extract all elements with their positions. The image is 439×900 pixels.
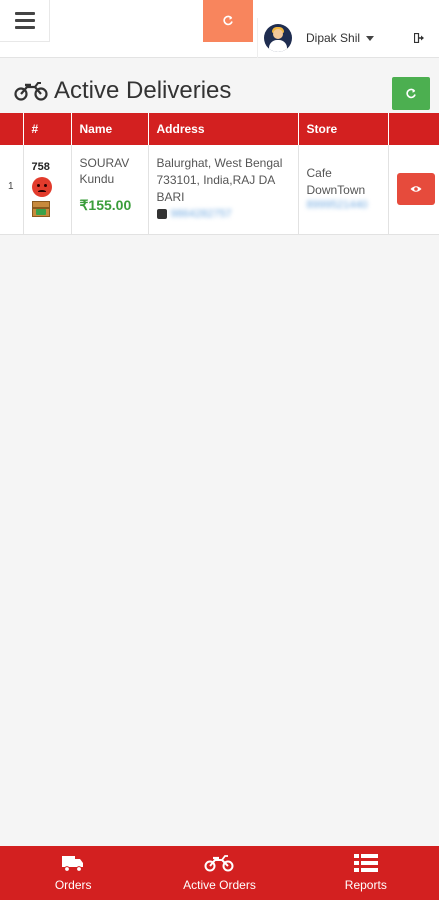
view-order-button[interactable] bbox=[396, 173, 435, 205]
bottom-navigation: Orders Active Orders Reports bbox=[0, 846, 439, 900]
order-number: 758 bbox=[31, 161, 50, 173]
eye-icon bbox=[410, 186, 421, 192]
page-title: Active Deliveries bbox=[54, 77, 232, 104]
store-name: Cafe DownTown bbox=[306, 166, 366, 197]
list-icon bbox=[353, 854, 378, 872]
avatar bbox=[264, 24, 292, 52]
order-cell: 758 bbox=[23, 145, 72, 235]
customer-name: SOURAV Kundu bbox=[79, 156, 130, 186]
page-header: Active Deliveries bbox=[14, 76, 231, 106]
column-header bbox=[0, 113, 24, 145]
chevron-down-icon bbox=[366, 35, 375, 41]
refresh-icon bbox=[406, 88, 416, 98]
motorcycle-icon bbox=[204, 855, 234, 872]
refresh-deliveries-button[interactable] bbox=[392, 77, 430, 110]
package-icon bbox=[31, 201, 50, 217]
name-cell: SOURAV Kundu ₹155.00 bbox=[71, 145, 149, 235]
hamburger-icon bbox=[14, 12, 35, 15]
nav-label: Reports bbox=[344, 878, 387, 892]
column-header: Address bbox=[148, 113, 299, 145]
deliveries-table: # Name Address Store 1 758 SOURAV Kundu … bbox=[0, 113, 439, 235]
nav-active-orders[interactable]: Active Orders bbox=[146, 846, 292, 900]
column-header: # bbox=[23, 113, 72, 145]
nav-orders[interactable]: Orders bbox=[0, 846, 146, 900]
truck-icon bbox=[62, 856, 84, 872]
column-header bbox=[388, 113, 439, 145]
top-bar: Dipak Shil bbox=[0, 0, 439, 58]
nav-reports[interactable]: Reports bbox=[293, 846, 439, 900]
angry-face-icon bbox=[31, 177, 52, 197]
column-header: Store bbox=[298, 113, 389, 145]
nav-label: Active Orders bbox=[183, 878, 256, 892]
refresh-button[interactable] bbox=[203, 0, 253, 42]
phone-icon bbox=[156, 209, 167, 219]
column-header: Name bbox=[71, 113, 149, 145]
address-cell: Balurghat, West Bengal 733101, India,RAJ… bbox=[148, 145, 299, 235]
action-cell bbox=[388, 145, 439, 235]
delivery-address: Balurghat, West Bengal 733101, India,RAJ… bbox=[156, 156, 283, 204]
customer-phone-row: 9864282757 bbox=[156, 208, 290, 220]
row-index: 1 bbox=[0, 145, 24, 235]
menu-button[interactable] bbox=[0, 0, 50, 42]
table-header-row: # Name Address Store bbox=[0, 113, 439, 145]
user-name: Dipak Shil bbox=[306, 31, 361, 45]
refresh-icon bbox=[223, 15, 233, 26]
nav-label: Orders bbox=[54, 878, 92, 892]
logout-button[interactable] bbox=[400, 18, 439, 58]
motorcycle-icon bbox=[14, 82, 48, 101]
logout-icon bbox=[414, 33, 424, 43]
order-amount: ₹155.00 bbox=[79, 197, 132, 213]
store-phone[interactable]: 8999521440 bbox=[307, 199, 380, 211]
store-cell: Cafe DownTown 8999521440 bbox=[298, 145, 389, 235]
table-row[interactable]: 1 758 SOURAV Kundu ₹155.00 Balurghat, We… bbox=[0, 145, 439, 235]
user-menu[interactable]: Dipak Shil bbox=[257, 18, 399, 58]
customer-phone[interactable]: 9864282757 bbox=[171, 208, 232, 220]
